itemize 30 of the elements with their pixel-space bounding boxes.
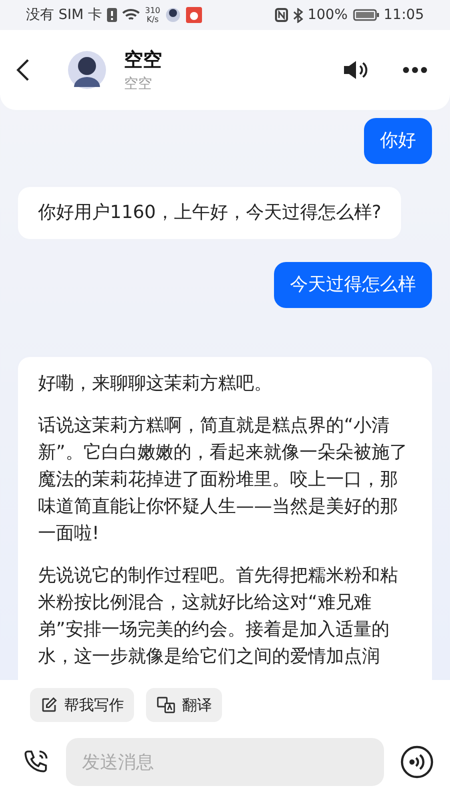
message-text: 话说这茉莉方糕啊，简直就是糕点界的“小清新”。它白白嫩嫩的，看起来就像一朵朵被施了魔法的茉莉花掉进了面粉堆里。咬上一口，那味道简直能让你怀疑人生——当然是美好的那一面啦! bbox=[38, 414, 408, 546]
voice-button[interactable] bbox=[400, 745, 434, 779]
clock-time: 11:05 bbox=[384, 7, 424, 23]
contact-name: 空空 bbox=[124, 48, 163, 73]
contact-subtitle: 空空 bbox=[124, 75, 153, 93]
back-button[interactable] bbox=[16, 58, 30, 82]
quick-action-button[interactable]: 帮我写作 bbox=[30, 688, 134, 722]
battery-icon bbox=[352, 9, 379, 21]
app-notification-icon bbox=[186, 7, 202, 23]
carrier-text: 没有 SIM 卡 bbox=[26, 6, 102, 24]
bluetooth-icon bbox=[292, 8, 303, 22]
nfc-icon bbox=[274, 8, 288, 22]
message-text: 好嘞，来聊聊这茉莉方糕吧。 bbox=[38, 372, 273, 396]
sim-alert-icon bbox=[107, 8, 117, 22]
quick-action-button[interactable]: 翻译 bbox=[146, 688, 222, 722]
more-button[interactable] bbox=[402, 66, 428, 74]
speaker-button[interactable] bbox=[342, 59, 368, 81]
message-text: 今天过得怎么样 bbox=[290, 273, 416, 297]
app-notification-icon bbox=[165, 7, 182, 23]
speed-unit: K/s bbox=[146, 15, 159, 24]
wifi-icon bbox=[122, 8, 140, 22]
message-text: 你好用户1160，上午好，今天过得怎么样? bbox=[38, 201, 382, 225]
message-input[interactable]: 发送消息 bbox=[66, 738, 384, 786]
avatar bbox=[68, 51, 106, 89]
message-text: 先说说它的制作过程吧。首先得把糯米粉和粘米粉按比例混合，这就好比给这对“难兄难弟”安排一场完美的约会。接着是加入适量的水，这一步就像是给它们之间的爱情加点润 bbox=[38, 564, 399, 669]
translate-icon bbox=[156, 696, 176, 714]
edit-icon bbox=[40, 696, 58, 714]
speed-value: 310 bbox=[145, 6, 160, 15]
message-text: 你好 bbox=[380, 129, 416, 153]
battery-percent: 100% bbox=[308, 7, 348, 23]
